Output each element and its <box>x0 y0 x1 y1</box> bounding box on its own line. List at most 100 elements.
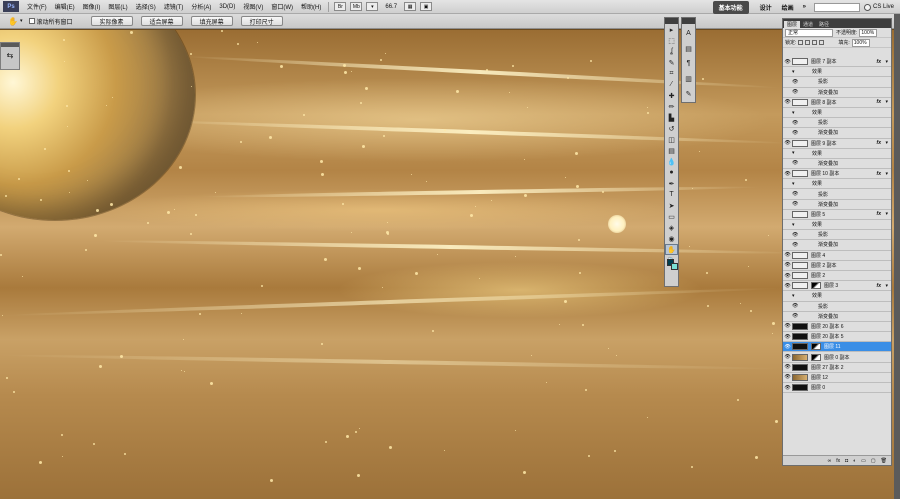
layer-thumbnail[interactable] <box>792 333 808 341</box>
search-input[interactable] <box>813 2 860 12</box>
layer-effect-item[interactable]: ▾ 效果 <box>783 220 891 231</box>
opacity-field[interactable]: 100% <box>859 28 878 37</box>
visibility-eye-icon[interactable]: 👁 <box>783 334 792 340</box>
new-layer-icon[interactable]: ▢ <box>871 458 876 464</box>
tab-layers[interactable]: 图层 <box>784 21 801 28</box>
tool-move-icon[interactable]: ▸ <box>665 24 678 35</box>
tool-path-select-icon[interactable]: ➤ <box>665 200 678 211</box>
menu-edit[interactable]: 编辑(E) <box>51 2 79 11</box>
lock-transparent-icon[interactable] <box>798 40 804 45</box>
layer-effect-item[interactable]: 👁 投影 <box>783 77 891 88</box>
visibility-eye-icon[interactable]: 👁 <box>783 273 792 279</box>
folder-icon[interactable]: ▭ <box>861 458 866 464</box>
visibility-eye-icon[interactable]: 👁 <box>783 99 792 105</box>
tool-hand-icon[interactable]: ✋ <box>665 244 678 255</box>
background-color-swatch[interactable] <box>671 263 678 270</box>
layer-row[interactable]: 👁 图层 12 <box>783 372 891 383</box>
menu-filter[interactable]: 滤镜(T) <box>160 2 188 11</box>
menu-3d[interactable]: 3D(D) <box>215 4 239 10</box>
layer-thumbnail[interactable] <box>792 373 808 381</box>
visibility-eye-icon[interactable]: 👁 <box>783 252 792 258</box>
tool-lasso-icon[interactable]: ʆ <box>665 46 678 57</box>
layer-thumbnail[interactable] <box>792 343 808 351</box>
layer-thumbnail[interactable] <box>792 272 808 280</box>
chevron-down-icon[interactable]: ▾ <box>20 18 23 24</box>
layer-row[interactable]: 👁 图层 20 副本 5 <box>783 332 891 343</box>
tool-gradient-icon[interactable]: ▤ <box>665 145 678 156</box>
visibility-eye-icon[interactable]: 👁 <box>783 283 792 289</box>
chevron-down-icon[interactable]: ▾ <box>885 211 888 217</box>
bridge-button[interactable]: Br <box>334 2 347 11</box>
layer-thumbnail[interactable] <box>792 210 808 218</box>
workspace-essentials[interactable]: 基本功能 <box>712 0 749 14</box>
layer-thumbnail[interactable] <box>792 170 808 178</box>
layer-thumbnail[interactable] <box>792 363 808 371</box>
swatches-panel-icon[interactable]: ▤ <box>682 43 695 54</box>
tool-blur-icon[interactable]: 💧 <box>665 156 678 167</box>
trash-icon[interactable]: 🗑 <box>881 458 887 464</box>
layer-thumbnail[interactable] <box>792 353 808 361</box>
layer-mask-thumbnail[interactable] <box>811 343 821 351</box>
visibility-eye-icon[interactable]: 👁 <box>783 364 792 370</box>
layer-thumbnail[interactable] <box>792 58 808 66</box>
layer-thumbnail[interactable] <box>792 139 808 147</box>
tool-crop-icon[interactable]: ⌗ <box>665 68 678 79</box>
layer-row[interactable]: 👁 图层 0 副本 <box>783 352 891 363</box>
visibility-eye-icon[interactable]: 👁 <box>783 385 792 391</box>
mini-bridge-button[interactable]: Mb <box>350 2 363 11</box>
tool-eyedropper-icon[interactable]: ⁄ <box>665 79 678 90</box>
scroll-all-windows-checkbox[interactable] <box>28 18 35 24</box>
tool-brush-icon[interactable]: ✏ <box>665 101 678 112</box>
screen-mode-button[interactable]: ▣ <box>420 2 433 11</box>
menu-view[interactable]: 视图(V) <box>239 2 267 11</box>
menu-layer[interactable]: 图层(L) <box>104 2 131 11</box>
visibility-eye-icon[interactable]: 👁 <box>783 354 792 360</box>
tool-history-brush-icon[interactable]: ↺ <box>665 123 678 134</box>
layer-row[interactable]: 图层 5 fx ▾ <box>783 209 891 220</box>
layer-effect-item[interactable]: 👁 渐变叠加 <box>783 158 891 170</box>
menu-window[interactable]: 窗口(W) <box>267 2 297 11</box>
cs-live-button[interactable]: CS Live <box>863 3 900 11</box>
layer-row[interactable]: 👁 图层 2 副本 <box>783 260 891 271</box>
visibility-eye-icon[interactable]: 👁 <box>783 323 792 329</box>
layer-effect-item[interactable]: 👁 渐变叠加 <box>783 87 891 98</box>
layer-row[interactable]: 👁 图层 10 副本 fx ▾ <box>783 169 891 180</box>
menu-image[interactable]: 图像(I) <box>79 2 105 11</box>
tool-marquee-icon[interactable]: ⬚ <box>665 35 678 46</box>
brush-panel-icon[interactable]: ✎ <box>682 88 695 99</box>
adjustment-icon[interactable]: ◐ <box>853 458 856 464</box>
panel-grip[interactable] <box>1 43 19 47</box>
tool-3d-orbit-icon[interactable]: ◉ <box>665 233 678 244</box>
visibility-eye-icon[interactable]: 👁 <box>783 344 792 350</box>
fx-icon[interactable]: fx <box>877 140 881 146</box>
layer-effect-item[interactable]: 👁 投影 <box>783 230 891 241</box>
layer-effect-item[interactable]: ▾ 效果 <box>783 107 891 119</box>
lock-all-icon[interactable] <box>819 40 825 45</box>
zoom-level[interactable]: 66.7 <box>380 4 402 10</box>
tool-stamp-icon[interactable]: ▙ <box>665 112 678 123</box>
blend-mode-select[interactable]: 正常 <box>785 28 833 37</box>
styles-panel-icon[interactable]: ▥ <box>682 73 695 84</box>
fx-icon[interactable]: fx <box>877 171 881 177</box>
layer-row[interactable]: 👁 图层 11 <box>783 342 891 353</box>
layer-row[interactable]: 👁 图层 20 副本 6 <box>783 321 891 333</box>
fill-screen-button[interactable]: 填充屏幕 <box>190 16 233 26</box>
layer-effect-item[interactable]: ▾ 效果 <box>783 148 891 159</box>
layer-thumbnail[interactable] <box>792 98 808 106</box>
tool-presets-icon[interactable]: ⇆ <box>3 51 17 63</box>
fit-screen-button[interactable]: 适合屏幕 <box>140 16 183 26</box>
layer-thumbnail[interactable] <box>792 282 808 290</box>
layer-thumbnail[interactable] <box>792 322 808 330</box>
tool-shape-icon[interactable]: ▭ <box>665 211 678 222</box>
tool-3d-rotate-icon[interactable]: ◈ <box>665 222 678 233</box>
workspace-design[interactable]: 设计 <box>755 3 777 12</box>
layer-effect-item[interactable]: 👁 渐变叠加 <box>783 199 891 210</box>
layer-thumbnail[interactable] <box>792 251 808 259</box>
fx-icon[interactable]: fx <box>877 283 881 289</box>
layer-effect-item[interactable]: 👁 渐变叠加 <box>783 240 891 251</box>
visibility-eye-icon[interactable]: 👁 <box>783 374 792 380</box>
print-size-button[interactable]: 打印尺寸 <box>240 16 283 26</box>
paragraph-panel-icon[interactable]: ¶ <box>682 58 695 69</box>
layer-effect-item[interactable]: ▾ 效果 <box>783 67 891 78</box>
layer-thumbnail[interactable] <box>792 384 808 392</box>
